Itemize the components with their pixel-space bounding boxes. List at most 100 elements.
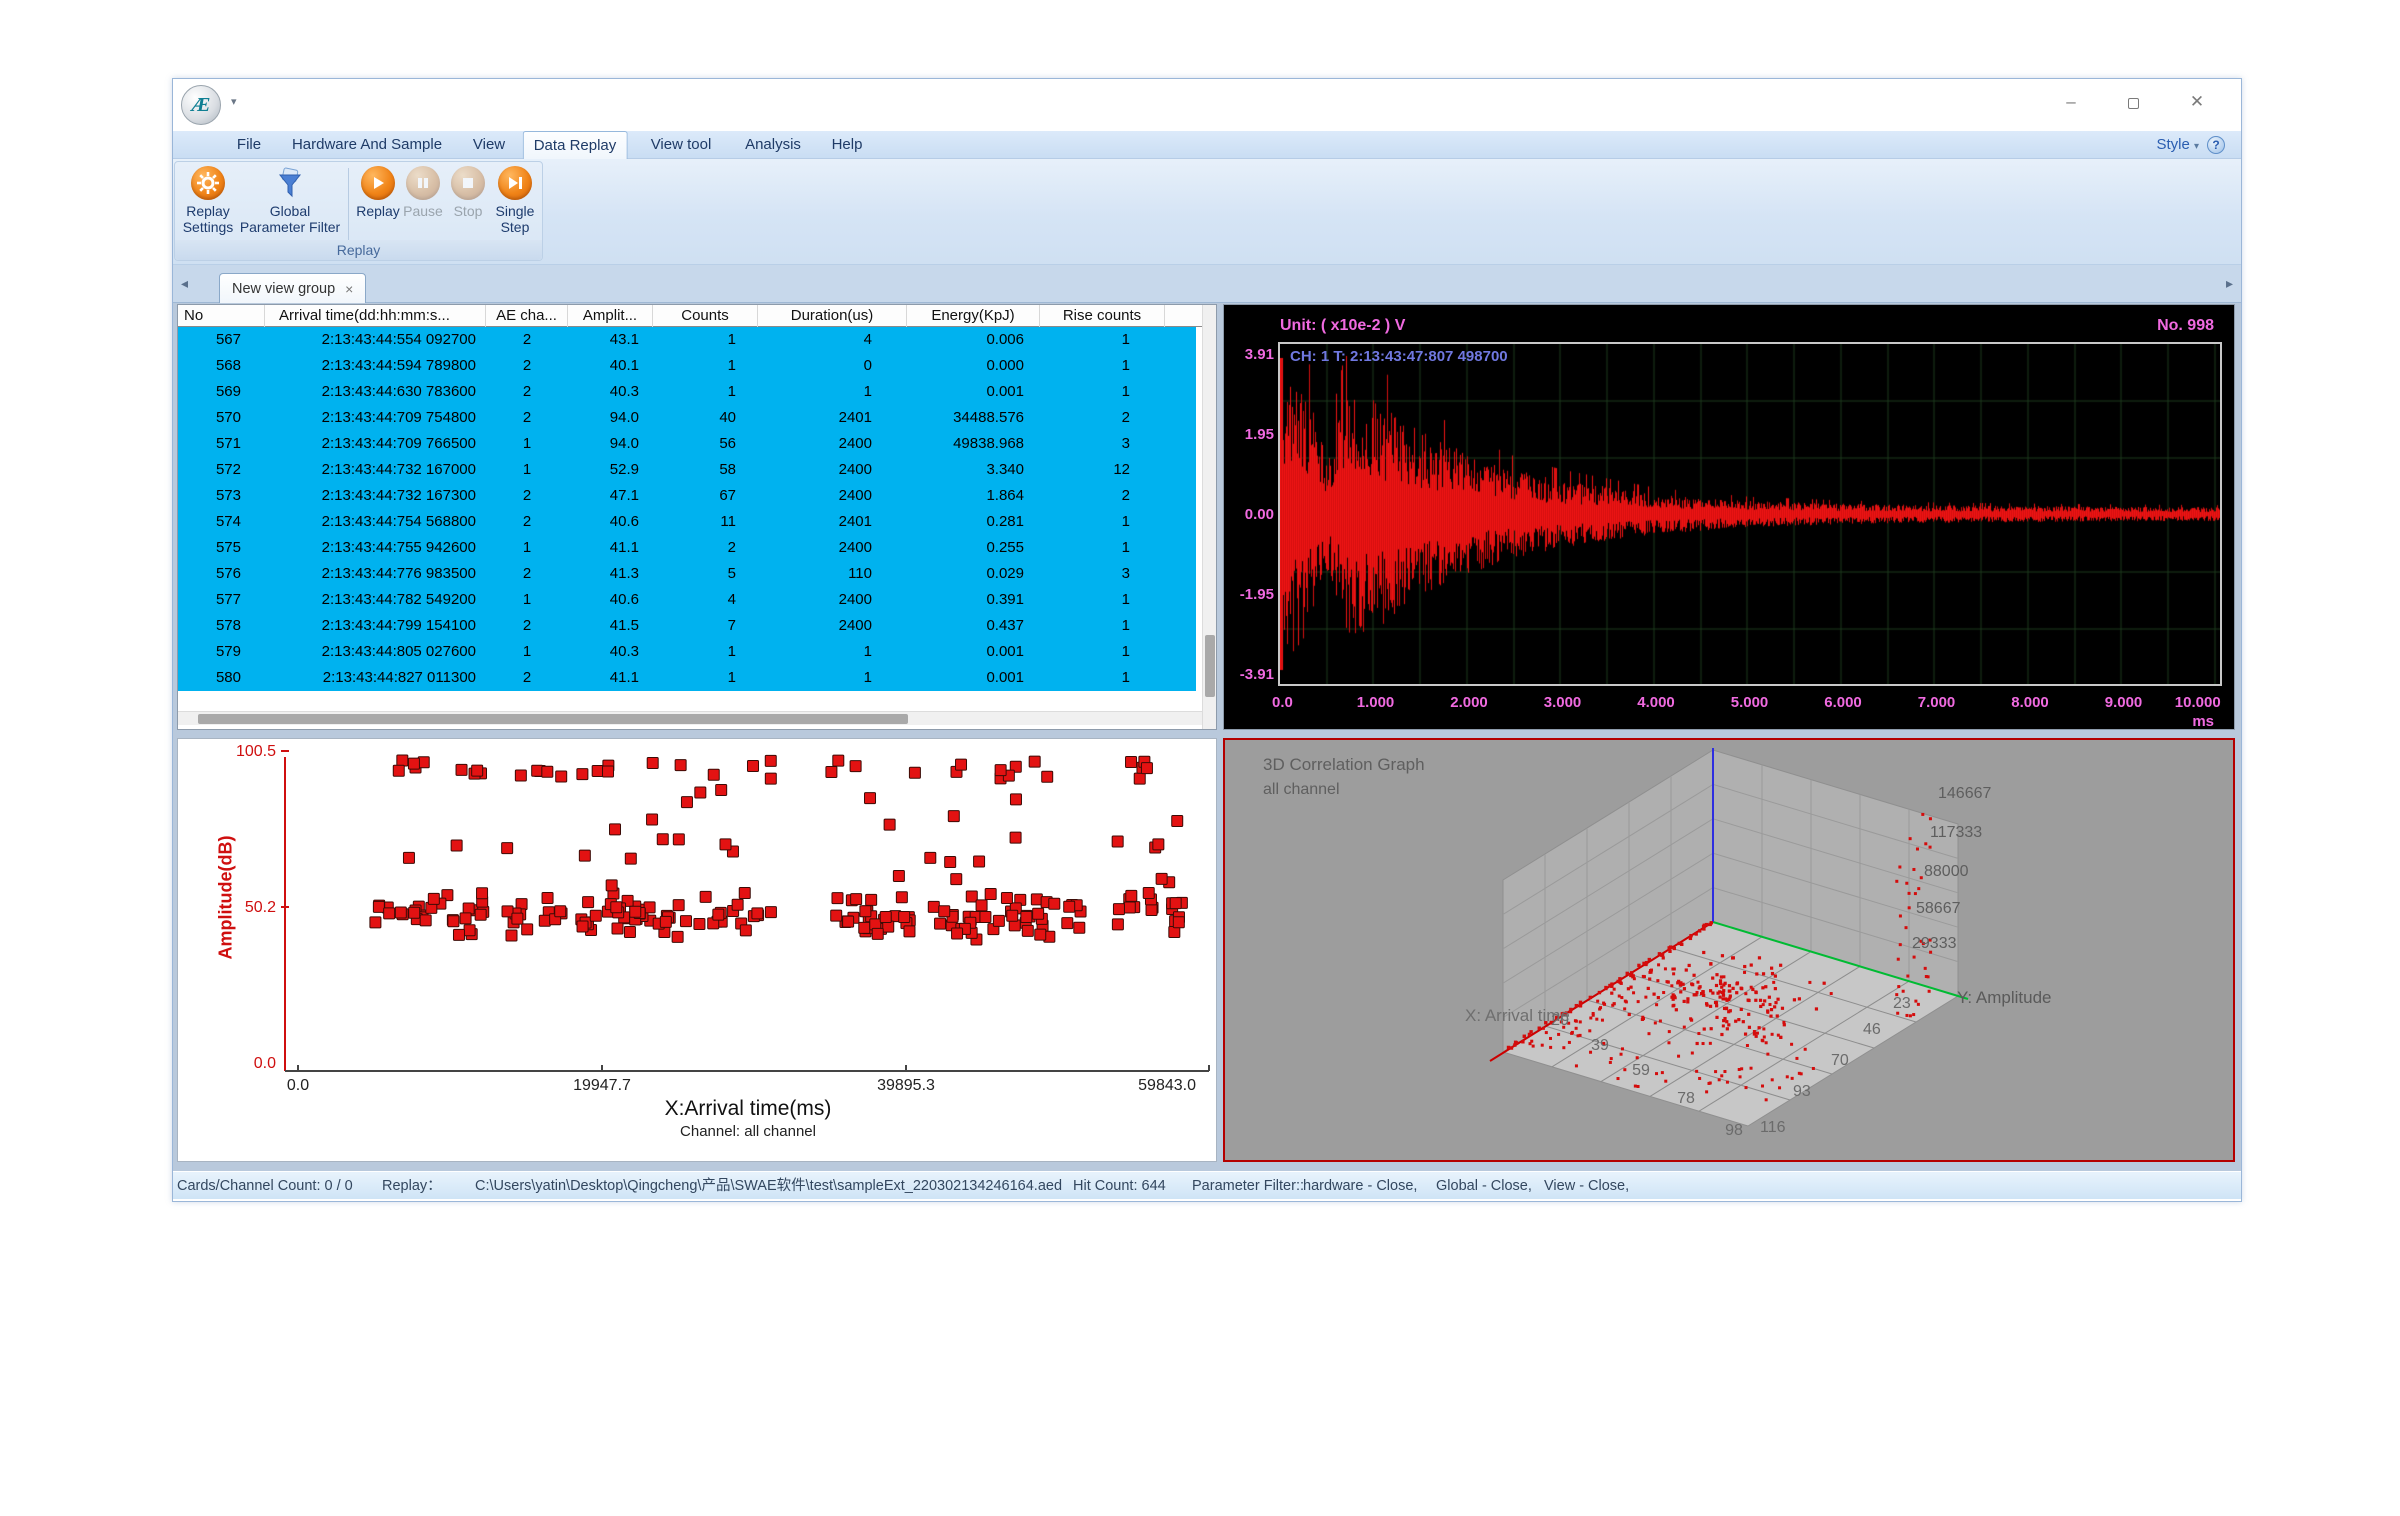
help-icon[interactable]: ?: [2207, 136, 2225, 154]
scatter3d-point: [1745, 1086, 1748, 1089]
scatter3d-point: [1731, 987, 1734, 990]
view-tab-close-icon[interactable]: ×: [345, 281, 353, 297]
scatter3d-point: [1755, 1035, 1758, 1038]
scatter-point: [732, 899, 743, 910]
scatter3d-point: [1740, 1008, 1743, 1011]
column-header-7[interactable]: Rise counts: [1040, 305, 1165, 327]
column-header-2[interactable]: AE cha...: [486, 305, 568, 327]
column-header-5[interactable]: Duration(us): [758, 305, 907, 327]
waveform-y-tick: 0.00: [1226, 506, 1274, 523]
scatter3d-point: [1507, 1046, 1510, 1049]
column-header-1[interactable]: Arrival time(dd:hh:mm:s...: [265, 305, 486, 327]
table-cell: 578: [178, 613, 265, 639]
style-menu[interactable]: Style ▾: [2156, 131, 2199, 159]
table-vscroll-thumb[interactable]: [1205, 635, 1215, 697]
table-cell: 2:13:43:44:782 549200: [265, 587, 486, 613]
scatter-point: [583, 897, 594, 908]
scatter3d-point: [1705, 1002, 1708, 1005]
scatter-point: [765, 773, 776, 784]
scatter-point: [448, 916, 459, 927]
scatter3d-point: [1709, 1081, 1712, 1084]
scatter3d-point: [1747, 1013, 1750, 1016]
scatter-point: [1173, 917, 1184, 928]
column-header-4[interactable]: Counts: [653, 305, 758, 327]
scatter-point: [1062, 918, 1073, 929]
table-row[interactable]: 5792:13:43:44:805 027600140.3110.0011: [178, 639, 1196, 665]
table-row[interactable]: 5802:13:43:44:827 011300241.1110.0011: [178, 665, 1196, 691]
scatter-point: [453, 929, 464, 940]
scatter3d-point: [1714, 1001, 1717, 1004]
column-header-3[interactable]: Amplit...: [568, 305, 653, 327]
menu-tab-file[interactable]: File: [227, 131, 271, 159]
column-header-6[interactable]: Energy(KpJ): [907, 305, 1040, 327]
table-row[interactable]: 5722:13:43:44:732 167000152.95824003.340…: [178, 457, 1196, 483]
table-cell: 567: [178, 327, 265, 353]
scatter-point: [532, 765, 543, 776]
table-row[interactable]: 5712:13:43:44:709 766500194.056240049838…: [178, 431, 1196, 457]
scatter3d-point: [1724, 997, 1727, 1000]
scatter-point: [880, 911, 891, 922]
menu-tab-view-tool[interactable]: View tool: [641, 131, 722, 159]
scatter-point: [606, 880, 617, 891]
scatter3d-point: [1719, 982, 1722, 985]
menu-tab-help[interactable]: Help: [822, 131, 873, 159]
scatter-point: [1049, 898, 1060, 909]
scatter-point: [1033, 908, 1044, 919]
table-row[interactable]: 5672:13:43:44:554 092700243.1140.0061: [178, 327, 1196, 353]
scatter3d-point: [1728, 984, 1731, 987]
table-cell: 3.340: [907, 457, 1040, 483]
scatter3d-point: [1656, 979, 1659, 982]
restore-button[interactable]: [2116, 89, 2150, 115]
menu-tab-hardware-and-sample[interactable]: Hardware And Sample: [282, 131, 452, 159]
table-vertical-scrollbar[interactable]: [1202, 305, 1216, 729]
table-row[interactable]: 5682:13:43:44:594 789800240.1100.0001: [178, 353, 1196, 379]
scatter-point: [477, 888, 488, 899]
table-row[interactable]: 5742:13:43:44:754 568800240.61124010.281…: [178, 509, 1196, 535]
scatter-point: [660, 916, 671, 927]
graph3d-x-tick: 39: [1591, 1037, 1609, 1054]
table-cell: 4: [758, 327, 907, 353]
table-row[interactable]: 5782:13:43:44:799 154100241.5724000.4371: [178, 613, 1196, 639]
waveform-canvas[interactable]: [1280, 344, 2220, 684]
scatter-point: [420, 915, 431, 926]
scatter3d-point: [1735, 991, 1738, 994]
scatter-point: [675, 760, 686, 771]
menu-tab-view[interactable]: View: [463, 131, 515, 159]
minimize-button[interactable]: –: [2054, 89, 2088, 115]
table-row[interactable]: 5752:13:43:44:755 942600141.1224000.2551: [178, 535, 1196, 561]
scatter3d-point: [1768, 996, 1771, 999]
tab-scroll-right-icon[interactable]: ▸: [2226, 275, 2233, 292]
table-row[interactable]: 5762:13:43:44:776 983500241.351100.0293: [178, 561, 1196, 587]
scatter3d-point: [1750, 963, 1753, 966]
correlation-3d-panel[interactable]: 3D Correlation Graphall channelX: Arriva…: [1223, 738, 2235, 1162]
scatter3d-point: [1575, 1004, 1578, 1007]
view-tab-new-view-group[interactable]: New view group ×: [219, 273, 366, 303]
correlation-3d-plot[interactable]: 3D Correlation Graphall channelX: Arriva…: [1225, 740, 2233, 1160]
table-row[interactable]: 5732:13:43:44:732 167300247.16724001.864…: [178, 483, 1196, 509]
global-parameter-filter-button[interactable]: GlobalParameter Filter: [230, 166, 350, 235]
scatter3d-point: [1667, 1041, 1670, 1044]
app-logo[interactable]: Æ: [181, 85, 221, 125]
close-button[interactable]: ✕: [2180, 89, 2214, 115]
quick-access-caret-icon[interactable]: ▾: [231, 95, 237, 108]
single-step-button[interactable]: SingleStep: [483, 166, 547, 235]
table-horizontal-scrollbar[interactable]: [178, 711, 1202, 725]
scatter3d-point: [1791, 1077, 1794, 1080]
scatter-point: [522, 924, 533, 935]
scatter3d-point: [1715, 1016, 1718, 1019]
table-row[interactable]: 5702:13:43:44:709 754800294.040240134488…: [178, 405, 1196, 431]
scatter-point: [1074, 922, 1085, 933]
waveform-hit-number: No. 998: [2157, 317, 2214, 335]
menu-tab-analysis[interactable]: Analysis: [735, 131, 811, 159]
scatter-point: [831, 910, 842, 921]
table-row[interactable]: 5692:13:43:44:630 783600240.3110.0011: [178, 379, 1196, 405]
table-hscroll-thumb[interactable]: [198, 714, 908, 724]
table-cell: 1.864: [907, 483, 1040, 509]
table-row[interactable]: 5772:13:43:44:782 549200140.6424000.3911: [178, 587, 1196, 613]
waveform-plot-frame[interactable]: CH: 1 T: 2:13:43:47:807 498700: [1278, 342, 2222, 686]
scatter3d-point: [1771, 1033, 1774, 1036]
menu-tab-data-replay[interactable]: Data Replay: [523, 131, 628, 159]
table-cell: 2400: [758, 587, 907, 613]
column-header-0[interactable]: No: [178, 305, 265, 327]
tab-scroll-left-icon[interactable]: ◂: [181, 275, 188, 292]
